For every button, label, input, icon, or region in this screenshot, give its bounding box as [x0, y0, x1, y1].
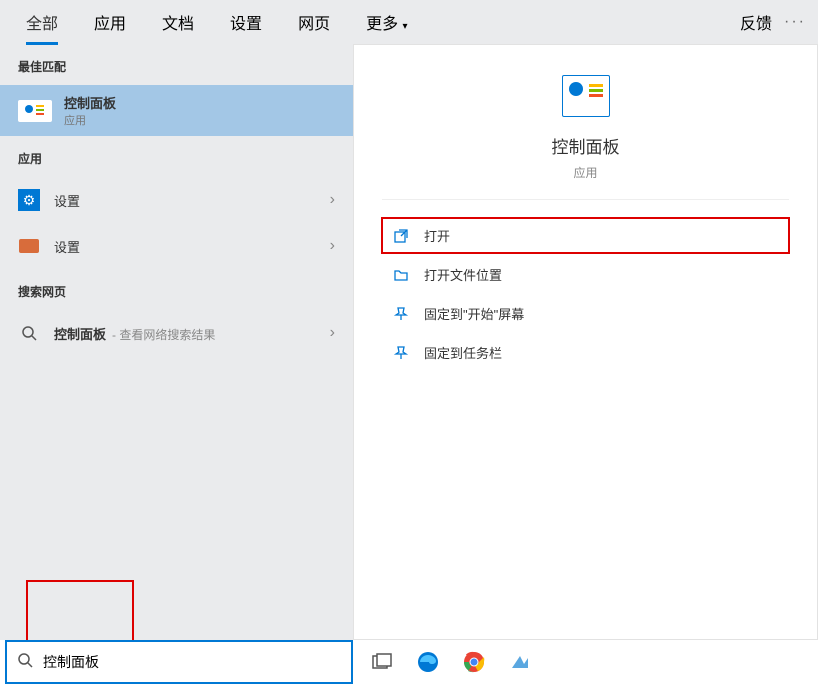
open-icon	[392, 227, 410, 245]
chrome-icon[interactable]	[462, 650, 486, 674]
control-panel-icon	[18, 100, 52, 122]
feedback-link[interactable]: 反馈	[740, 10, 772, 34]
chevron-right-icon: ›	[330, 324, 335, 342]
more-options-icon[interactable]: ···	[784, 13, 806, 31]
task-view-icon[interactable]	[370, 650, 394, 674]
chevron-right-icon: ›	[330, 191, 335, 209]
folder-icon	[392, 266, 410, 284]
gear-icon: ⚙	[18, 189, 40, 211]
best-match-subtitle: 应用	[64, 112, 116, 128]
preview-subtitle: 应用	[573, 164, 597, 181]
preview-title: 控制面板	[552, 133, 620, 158]
section-apps: 应用	[0, 136, 353, 177]
tab-docs[interactable]: 文档	[144, 0, 212, 44]
action-pin-taskbar[interactable]: 固定到任务栏	[382, 335, 789, 370]
settings-icon	[18, 235, 40, 257]
search-input[interactable]	[43, 654, 341, 670]
tab-web[interactable]: 网页	[280, 0, 348, 44]
tab-settings[interactable]: 设置	[212, 0, 280, 44]
edge-icon[interactable]	[416, 650, 440, 674]
control-panel-hero-icon	[562, 75, 610, 117]
best-match-control-panel[interactable]: 控制面板 应用	[0, 85, 353, 136]
pin-icon	[392, 305, 410, 323]
search-icon	[18, 322, 40, 344]
section-search-web: 搜索网页	[0, 269, 353, 310]
search-icon	[17, 652, 33, 673]
tab-all[interactable]: 全部	[8, 0, 76, 44]
chevron-right-icon: ›	[330, 237, 335, 255]
tab-more[interactable]: 更多 ▾	[348, 0, 426, 44]
action-open-location[interactable]: 打开文件位置	[382, 257, 789, 292]
section-best-match: 最佳匹配	[0, 44, 353, 85]
app-item-settings-2[interactable]: 设置 ›	[0, 223, 353, 269]
action-open[interactable]: 打开	[382, 218, 789, 253]
web-search-item[interactable]: 控制面板 - 查看网络搜索结果 ›	[0, 310, 353, 356]
pin-icon	[392, 344, 410, 362]
tab-apps[interactable]: 应用	[76, 0, 144, 44]
app-item-settings-1[interactable]: ⚙ 设置 ›	[0, 177, 353, 223]
best-match-title: 控制面板	[64, 93, 116, 112]
taskbar-search-box[interactable]	[5, 640, 353, 684]
action-pin-start[interactable]: 固定到"开始"屏幕	[382, 296, 789, 331]
app-icon[interactable]	[508, 650, 532, 674]
